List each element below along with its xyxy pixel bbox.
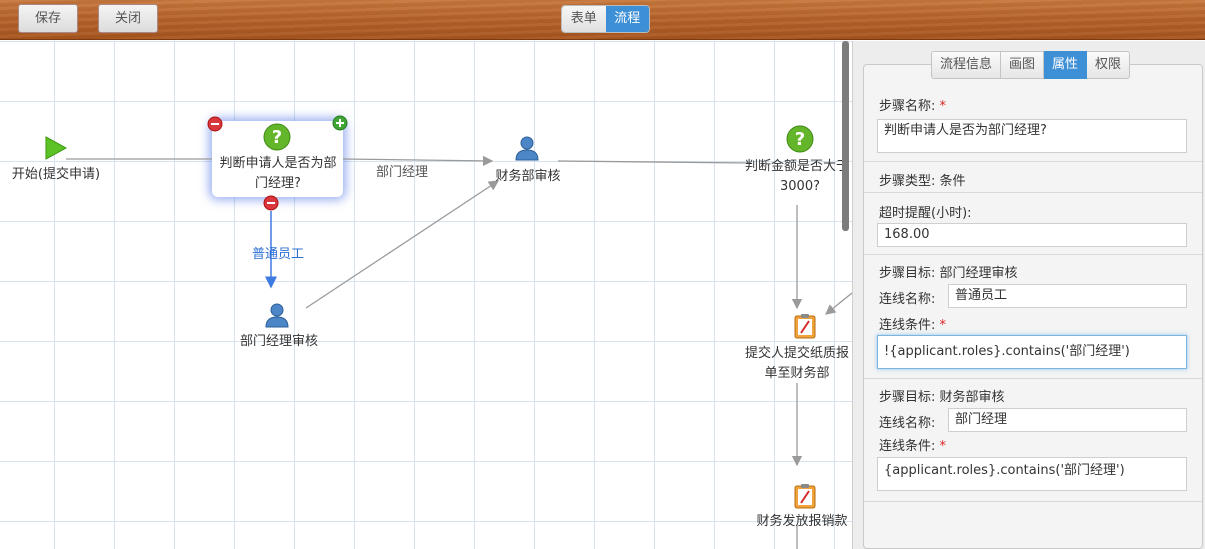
section-target-dept: 步骤目标: 部门经理审核 连线名称: 普通员工 连线条件: * !{applic… — [864, 255, 1202, 379]
node-cond1-line2: 门经理? — [255, 176, 301, 191]
flow-links — [66, 155, 852, 549]
target-dept-title: 步骤目标: 部门经理审核 — [879, 266, 1018, 281]
svg-text:?: ? — [272, 127, 282, 148]
target-dept-condition-input[interactable]: !{applicant.roles}.contains('部门经理') — [877, 335, 1187, 369]
node-submit-label[interactable]: 提交人提交纸质报 单至财务部 — [742, 344, 852, 384]
tab-flow-info[interactable]: 流程信息 — [931, 51, 1002, 79]
target-finance-condition-label: 连线条件: * — [879, 439, 947, 454]
node-cond1-label[interactable]: 判断申请人是否为部 门经理? — [214, 154, 342, 194]
form-view-button[interactable]: 表单 — [562, 6, 606, 32]
flow-canvas[interactable]: 开始(提交申请) ? 判断申请人是否为部 门经理? 部门经理 普通员工 财务部审… — [0, 41, 852, 549]
panel-tabs: 流程信息 画图 属性 权限 — [931, 51, 1131, 79]
user-icon[interactable] — [264, 302, 290, 328]
target-finance-link-name-input[interactable]: 部门经理 — [948, 408, 1187, 432]
node-start-label[interactable]: 开始(提交申请) — [8, 165, 104, 185]
node-cond1-line1: 判断申请人是否为部 — [219, 156, 337, 171]
remove-link-icon[interactable] — [263, 195, 279, 211]
question-icon[interactable]: ? — [263, 123, 291, 151]
step-name-label: 步骤名称: * — [879, 99, 947, 114]
node-cond2-label[interactable]: 判断金额是否大于 3000? — [745, 157, 852, 197]
view-toggle: 表单 流程 — [561, 5, 650, 33]
section-target-finance: 步骤目标: 财务部审核 连线名称: 部门经理 连线条件: * {applican… — [864, 379, 1202, 502]
link-label-employee[interactable]: 普通员工 — [252, 243, 304, 262]
properties-form: 步骤名称: * 判断申请人是否为部门经理? 步骤类型: 条件 超时提醒(小时):… — [863, 64, 1203, 549]
node-cond2-line2: 3000? — [780, 179, 820, 194]
node-submit-line1: 提交人提交纸质报 — [744, 346, 849, 361]
section-step-name: 步骤名称: * 判断申请人是否为部门经理? — [864, 65, 1202, 162]
close-button[interactable]: 关闭 — [98, 4, 158, 33]
target-finance-title: 步骤目标: 财务部审核 — [879, 390, 1005, 405]
tab-permissions[interactable]: 权限 — [1087, 51, 1131, 79]
section-timeout: 超时提醒(小时): 168.00 — [864, 193, 1202, 255]
target-finance-link-name-label: 连线名称: — [879, 416, 936, 431]
step-type-label: 步骤类型: 条件 — [879, 174, 966, 189]
step-name-input[interactable]: 判断申请人是否为部门经理? — [877, 119, 1187, 153]
clipboard-task-icon[interactable] — [793, 483, 817, 509]
node-submit-line2: 单至财务部 — [764, 366, 830, 381]
timeout-input[interactable]: 168.00 — [877, 223, 1187, 247]
link-label-manager[interactable]: 部门经理 — [376, 161, 428, 180]
question-icon[interactable]: ? — [786, 125, 814, 153]
section-step-type: 步骤类型: 条件 — [864, 162, 1202, 193]
timeout-label: 超时提醒(小时): — [879, 206, 972, 221]
clipboard-task-icon[interactable] — [793, 313, 817, 339]
target-dept-condition-label: 连线条件: * — [879, 318, 947, 333]
flow-view-button[interactable]: 流程 — [605, 6, 649, 32]
save-button[interactable]: 保存 — [18, 4, 78, 33]
add-link-icon[interactable] — [332, 115, 348, 131]
svg-text:?: ? — [795, 129, 805, 150]
property-panel: 流程信息 画图 属性 权限 步骤名称: * 判断申请人是否为部门经理? 步骤类型… — [852, 41, 1205, 549]
target-finance-condition-input[interactable]: {applicant.roles}.contains('部门经理') — [877, 457, 1187, 491]
tab-properties[interactable]: 属性 — [1044, 51, 1088, 79]
toolbar: 保存 关闭 表单 流程 — [0, 0, 1205, 40]
target-dept-link-name-label: 连线名称: — [879, 292, 936, 307]
link-finance-to-cond2 — [557, 160, 751, 164]
node-finance-label[interactable]: 财务部审核 — [480, 167, 576, 187]
link-incoming-right — [824, 292, 852, 315]
user-icon[interactable] — [514, 135, 540, 161]
node-cond2-line1: 判断金额是否大于 — [745, 159, 850, 174]
remove-node-icon[interactable] — [207, 116, 223, 132]
play-icon[interactable] — [44, 135, 68, 161]
target-dept-link-name-input[interactable]: 普通员工 — [948, 284, 1187, 308]
link-dept-to-finance — [305, 180, 500, 309]
canvas-scrollbar[interactable] — [842, 41, 849, 231]
node-payout-label[interactable]: 财务发放报销款 — [752, 512, 852, 532]
tab-draw[interactable]: 画图 — [1001, 51, 1045, 79]
node-dept-label[interactable]: 部门经理审核 — [227, 332, 331, 352]
